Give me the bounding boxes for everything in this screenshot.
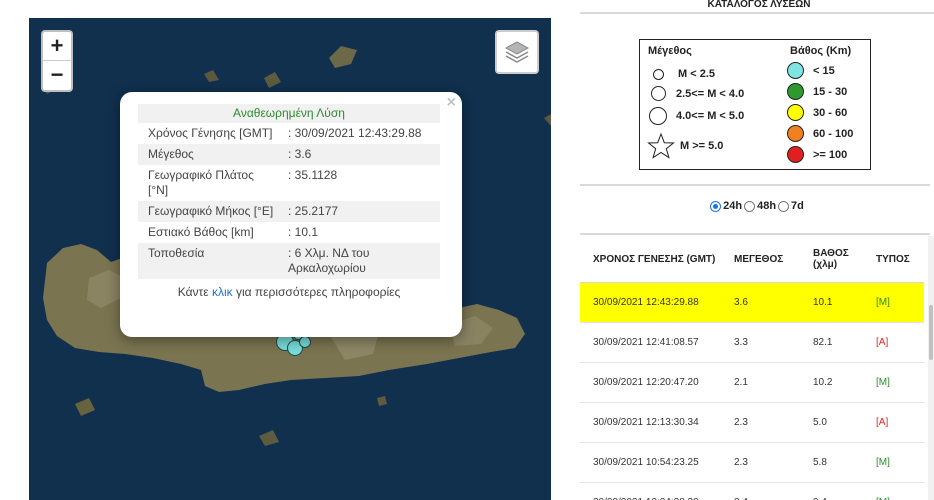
- legend-box: Μέγεθος Βάθος (Km) M < 2.5 2.5<= M < 4.0…: [639, 39, 871, 170]
- table-row[interactable]: 30/09/2021 12:13:30.34 2.3 5.0 [A]: [580, 403, 924, 443]
- cell-depth: 5.8: [813, 457, 827, 468]
- popup-row-key: Γεωγραφικό Μήκος [°E]: [148, 204, 274, 218]
- cell-depth: 10.2: [813, 377, 833, 388]
- popup-row-key: Γεωγραφικό Πλάτος [°N]: [148, 168, 254, 197]
- cell-magnitude: 3.3: [734, 337, 748, 348]
- popup-close-button[interactable]: ×: [447, 94, 456, 112]
- header-type: ΤΥΠΟΣ: [876, 253, 910, 265]
- popup-footer: Κάντε κλικ για περισσότερες πληροφορίες: [177, 285, 401, 299]
- popup-row-key: Τοποθεσία: [148, 246, 205, 260]
- scrollbar-thumb[interactable]: [929, 305, 933, 360]
- earthquake-popup: × Αναθεωρημένη Λύση Χρόνος Γένησης [GMT]…: [120, 92, 462, 337]
- legend-mag-row: M < 2.5: [653, 68, 715, 80]
- popup-row: Τοποθεσία : 6 Χλμ. ΝΔ του Αρκαλοχωρίου: [138, 243, 440, 279]
- popup-row-value: : 3.6: [288, 147, 312, 161]
- popup-row: Εστιακό Βάθος [km] : 10.1: [138, 222, 440, 243]
- cell-time: 30/09/2021 12:20:47.20: [593, 377, 699, 388]
- cell-type: [M]: [876, 377, 890, 388]
- legend-mag-row: M >= 5.0: [647, 132, 723, 160]
- cell-depth: 10.1: [813, 297, 833, 308]
- table-row[interactable]: 30/09/2021 12:20:47.20 2.1 10.2 [M]: [580, 363, 924, 403]
- circle-medium-icon: [651, 86, 666, 101]
- popup-header: Αναθεωρημένη Λύση: [138, 104, 440, 123]
- cell-magnitude: 3.6: [734, 297, 748, 308]
- divider: [580, 233, 930, 235]
- table-row[interactable]: 30/09/2021 12:43:29.88 3.6 10.1 [M]: [580, 283, 924, 323]
- depth-color-icon: [787, 146, 804, 163]
- zoom-out-button[interactable]: −: [43, 61, 71, 90]
- header-depth: ΒΑΘΟΣ (χλμ): [813, 248, 849, 270]
- legend-depth-row: 60 - 100: [787, 125, 853, 142]
- circle-small-icon: [653, 68, 664, 80]
- circle-large-icon: [649, 107, 667, 125]
- popup-row-value: : 30/09/2021 12:43:29.88: [288, 126, 422, 140]
- cell-magnitude: 2.3: [734, 457, 748, 468]
- cell-depth: 5.0: [813, 417, 827, 428]
- legend-depth-title: Βάθος (Km): [790, 45, 852, 57]
- popup-row-value: : 6 Χλμ. ΝΔ του Αρκαλοχωρίου: [288, 246, 370, 275]
- popup-row: Χρόνος Γένησης [GMT] : 30/09/2021 12:43:2…: [138, 123, 440, 144]
- cell-depth: 82.1: [813, 337, 833, 348]
- legend-depth-row: < 15: [787, 62, 835, 79]
- depth-color-icon: [787, 125, 804, 142]
- divider: [580, 184, 930, 186]
- star-icon: [647, 132, 675, 159]
- zoom-in-button[interactable]: +: [43, 32, 71, 61]
- table-header: ΧΡΟΝΟΣ ΓΕΝΕΣΗΣ (GMT) ΜΕΓΕΘΟΣ ΒΑΘΟΣ (χλμ)…: [580, 236, 924, 283]
- table-row[interactable]: 30/09/2021 10:24:38.302.49.4[M]: [580, 483, 924, 500]
- legend-mag-row: 4.0<= M < 5.0: [649, 107, 744, 125]
- radio-7d[interactable]: [778, 200, 790, 212]
- cell-type: [A]: [876, 337, 889, 348]
- depth-color-icon: [787, 62, 804, 79]
- cell-type: [M]: [876, 297, 890, 308]
- depth-color-icon: [787, 83, 804, 100]
- radio-48h[interactable]: [744, 200, 756, 212]
- popup-row-key: Εστιακό Βάθος [km]: [148, 225, 254, 239]
- radio-24h[interactable]: [710, 200, 722, 212]
- layers-button[interactable]: [495, 30, 539, 74]
- cell-time: 30/09/2021 12:41:08.57: [593, 337, 699, 348]
- legend-mag-row: 2.5<= M < 4.0: [651, 86, 744, 101]
- table-row[interactable]: 30/09/2021 10:54:23.25 2.3 5.8 [M]: [580, 443, 924, 483]
- popup-row: Γεωγραφικό Πλάτος [°N] : 35.1128: [138, 165, 440, 201]
- map-view[interactable]: + − × Αναθεωρημένη Λύση Χρόνος Γένησης […: [29, 18, 551, 500]
- popup-row: Γεωγραφικό Μήκος [°E] : 25.2177: [138, 201, 440, 222]
- depth-color-icon: [787, 104, 804, 121]
- popup-row-key: Χρόνος Γένησης [GMT]: [148, 126, 273, 140]
- more-info-link[interactable]: κλικ: [212, 285, 233, 299]
- solutions-table: ΧΡΟΝΟΣ ΓΕΝΕΣΗΣ (GMT) ΜΕΓΕΘΟΣ ΒΑΘΟΣ (χλμ)…: [580, 236, 924, 500]
- cell-type: [A]: [876, 417, 889, 428]
- popup-row-value: : 25.2177: [288, 204, 339, 218]
- cell-magnitude: 2.1: [734, 377, 748, 388]
- cell-time: 30/09/2021 12:43:29.88: [593, 297, 699, 308]
- popup-row-key: Μέγεθος: [148, 147, 194, 161]
- scrollbar-track[interactable]: [928, 236, 934, 500]
- legend-depth-row: 15 - 30: [787, 83, 847, 100]
- zoom-control: + −: [41, 30, 73, 92]
- popup-row-value: : 10.1: [288, 225, 319, 239]
- solutions-panel: ΚΑΤΑΛΟΓΟΣ ΛΥΣΕΩΝ Μέγεθος Βάθος (Km) M < …: [580, 0, 934, 500]
- legend-depth-row: >= 100: [787, 146, 847, 163]
- layers-icon: [504, 41, 530, 63]
- table-row[interactable]: 30/09/2021 12:41:08.57 3.3 82.1 [A]: [580, 323, 924, 363]
- popup-row: Μέγεθος : 3.6: [138, 144, 440, 165]
- period-selector: 24h 48h 7d: [580, 200, 934, 212]
- header-magnitude: ΜΕΓΕΘΟΣ: [734, 253, 784, 265]
- cell-magnitude: 2.3: [734, 417, 748, 428]
- legend-depth-row: 30 - 60: [787, 104, 847, 121]
- header-origin-time: ΧΡΟΝΟΣ ΓΕΝΕΣΗΣ (GMT): [593, 253, 716, 265]
- cell-time: 30/09/2021 12:13:30.34: [593, 417, 699, 428]
- cell-type: [M]: [876, 457, 890, 468]
- popup-row-value: : 35.1128: [288, 168, 338, 182]
- legend-magnitude-title: Μέγεθος: [648, 45, 692, 57]
- cell-time: 30/09/2021 10:54:23.25: [593, 457, 699, 468]
- panel-title: ΚΑΤΑΛΟΓΟΣ ΛΥΣΕΩΝ: [580, 0, 934, 14]
